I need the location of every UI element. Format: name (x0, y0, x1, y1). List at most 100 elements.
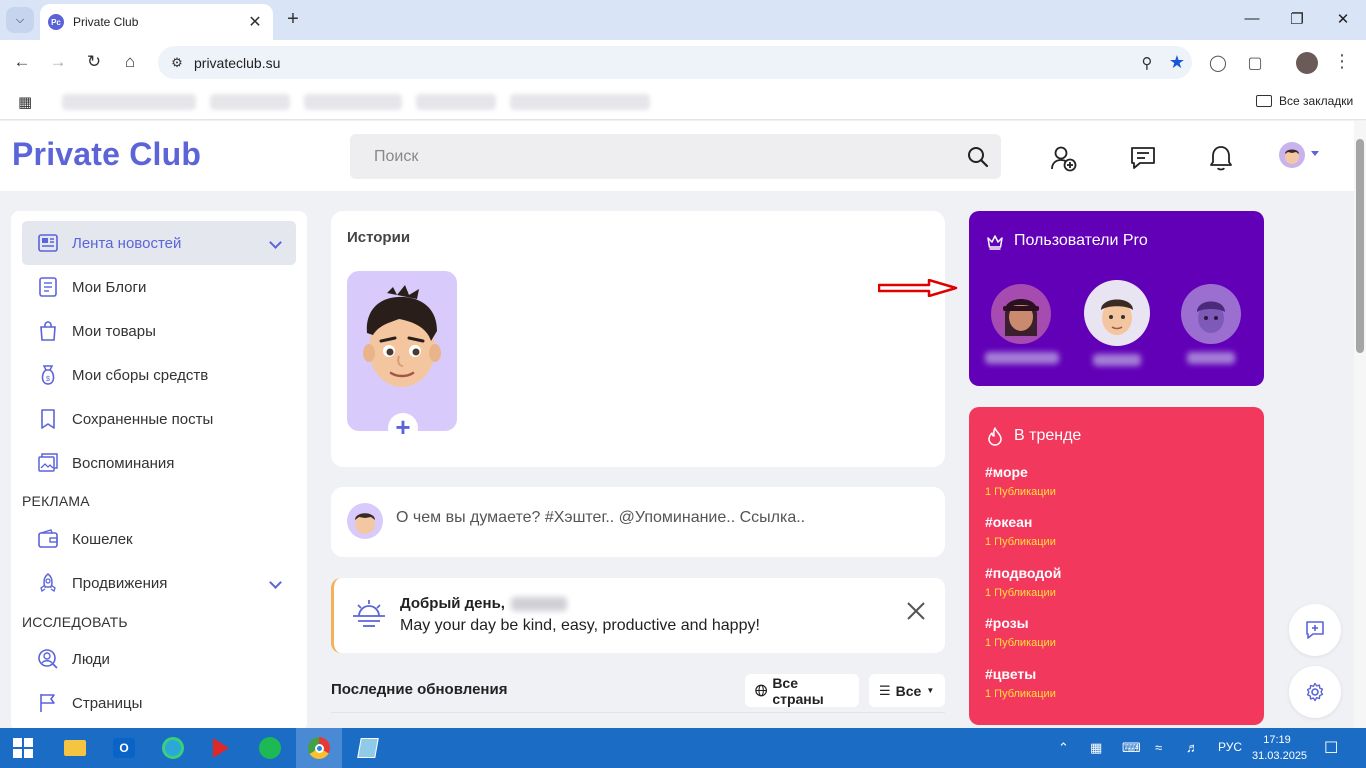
trending-tag[interactable]: #цветы (985, 666, 1036, 682)
chrome-icon[interactable] (296, 728, 342, 768)
fundraising-icon: $ (41, 365, 55, 385)
sidebar-item-wallet[interactable]: Кошелек (22, 517, 296, 561)
sidebar-item-newsfeed[interactable]: Лента новостей (22, 221, 296, 265)
home-button[interactable]: ⌂ (118, 52, 142, 72)
restore-button[interactable]: ❐ (1282, 10, 1312, 28)
sidebar-item-people[interactable]: Люди (22, 637, 296, 681)
search-bar[interactable] (350, 134, 1001, 179)
volume-icon[interactable]: ♬ (1186, 740, 1199, 755)
browser-profile-avatar[interactable] (1296, 52, 1318, 74)
search-icon[interactable] (967, 146, 989, 168)
add-friend-icon[interactable] (1050, 144, 1078, 172)
notepad-icon[interactable] (345, 728, 391, 768)
browser-tab[interactable]: Pc Private Club ✕ (40, 4, 273, 40)
post-composer[interactable]: О чем вы думаете? #Хэштег.. @Упоминание.… (331, 487, 945, 557)
notifications-bell-icon[interactable] (1207, 144, 1235, 172)
sidebar-item-products[interactable]: Мои товары (22, 309, 296, 353)
chat-plus-icon (1306, 621, 1324, 639)
chevron-down-icon[interactable] (269, 236, 282, 249)
sidebar-item-fundraising[interactable]: $ Мои сборы средств (22, 353, 296, 397)
stories-card: Истории + (331, 211, 945, 467)
new-chat-button[interactable] (1289, 604, 1341, 656)
close-tab-icon[interactable]: ✕ (245, 12, 265, 32)
close-window-button[interactable]: ✕ (1328, 10, 1358, 28)
all-countries-label: Все страны (772, 674, 824, 707)
address-bar[interactable]: ⚙ privateclub.su ⚲ ★ (158, 46, 1192, 79)
sidebar-item-label: Мои товары (72, 322, 156, 340)
sidebar-item-blogs[interactable]: Мои Блоги (22, 265, 296, 309)
trending-tag[interactable]: #розы (985, 615, 1029, 631)
shopping-bag-icon (40, 321, 56, 341)
clock-time: 17:19 (1263, 734, 1291, 746)
bookmark-item[interactable] (510, 94, 650, 110)
tray-overflow-icon[interactable]: ⌃ (1058, 740, 1069, 756)
pro-user-avatar[interactable] (991, 284, 1051, 344)
trending-tag[interactable]: #подводой (985, 565, 1061, 581)
site-logo[interactable]: Private Club (12, 136, 201, 173)
sidebar-item-saved-posts[interactable]: Сохраненные посты (22, 397, 296, 441)
pro-users-title: Пользователи Pro (1014, 232, 1148, 249)
bookmark-item[interactable] (62, 94, 196, 110)
all-bookmarks-button[interactable]: Все закладки (1256, 94, 1353, 108)
outlook-icon[interactable]: O (101, 728, 147, 768)
sidebar-item-label: Лента новостей (72, 234, 182, 252)
file-explorer-icon[interactable] (52, 728, 98, 768)
new-tab-button[interactable]: + (283, 8, 303, 31)
minimize-button[interactable]: — (1237, 10, 1267, 27)
pro-user-name-redacted (1187, 352, 1235, 364)
scrollbar-thumb[interactable] (1356, 139, 1364, 353)
bookmarks-bar: ▦ Все закладки (0, 86, 1366, 120)
create-story-tile[interactable]: + (347, 271, 457, 443)
sidebar-item-memories[interactable]: Воспоминания (22, 441, 296, 485)
close-icon[interactable] (905, 600, 927, 622)
filter-dropdown[interactable]: ☰ Все ▼ (869, 674, 945, 707)
start-button[interactable] (0, 728, 46, 768)
sidebar-item-label: Воспоминания (72, 454, 175, 472)
trending-tag-count: 1 Публикации (985, 637, 1056, 649)
sidebar-item-pages[interactable]: Страницы (22, 681, 296, 725)
input-method-icon[interactable]: ⌨ (1122, 740, 1141, 756)
wifi-icon[interactable]: ≈ (1155, 740, 1162, 755)
back-button[interactable]: ← (10, 52, 34, 72)
menu-icon[interactable]: ⋮ (1330, 51, 1354, 72)
edge-icon[interactable] (150, 728, 196, 768)
translate-icon[interactable]: ◯ (1206, 53, 1230, 73)
bookmark-item[interactable] (210, 94, 290, 110)
stories-title: Истории (347, 229, 411, 246)
search-input[interactable] (350, 134, 930, 179)
extensions-icon[interactable]: ▢ (1243, 53, 1267, 73)
notifications-center-icon[interactable]: ☐ (1324, 738, 1338, 758)
apps-grid-icon[interactable]: ▦ (18, 93, 32, 111)
reload-button[interactable]: ↻ (82, 52, 106, 72)
youtube-player-icon[interactable] (198, 728, 244, 768)
messages-icon[interactable] (1129, 144, 1157, 172)
page-scrollbar[interactable] (1354, 121, 1366, 728)
pro-user-avatar[interactable] (1181, 284, 1241, 344)
bookmark-item[interactable] (304, 94, 402, 110)
chevron-down-icon[interactable] (269, 576, 282, 589)
clock[interactable]: 17:19 31.03.2025 (1252, 732, 1307, 764)
tray-app-icon[interactable]: ▦ (1090, 740, 1102, 756)
settings-button[interactable] (1289, 666, 1341, 718)
svg-text:$: $ (46, 376, 50, 383)
trending-tag[interactable]: #море (985, 464, 1028, 480)
windows-taskbar: O ⌃ ▦ ⌨ ≈ ♬ РУС 17:19 31.03.2025 ☐ (0, 728, 1366, 768)
language-indicator[interactable]: РУС (1218, 740, 1242, 754)
user-avatar[interactable] (1279, 142, 1305, 168)
user-menu-caret-icon[interactable] (1311, 151, 1319, 156)
tab-search-button[interactable]: ⌵ (6, 7, 34, 33)
bookmark-star-icon[interactable]: ★ (1162, 52, 1192, 73)
sidebar-item-promotions[interactable]: Продвижения (22, 561, 296, 605)
site-settings-icon[interactable]: ⚙ (166, 52, 188, 74)
pro-user-name-redacted (985, 352, 1059, 364)
greeting-username-redacted (511, 597, 567, 611)
spotify-icon[interactable] (247, 728, 293, 768)
pro-user-avatar[interactable] (1084, 280, 1150, 346)
trending-tag[interactable]: #океан (985, 514, 1032, 530)
forward-button[interactable]: → (46, 52, 70, 72)
trending-tag-count: 1 Публикации (985, 536, 1056, 548)
add-story-plus-icon[interactable]: + (388, 413, 418, 443)
location-pin-icon[interactable]: ⚲ (1132, 54, 1162, 72)
bookmark-item[interactable] (416, 94, 496, 110)
all-countries-button[interactable]: Все страны (745, 674, 859, 707)
